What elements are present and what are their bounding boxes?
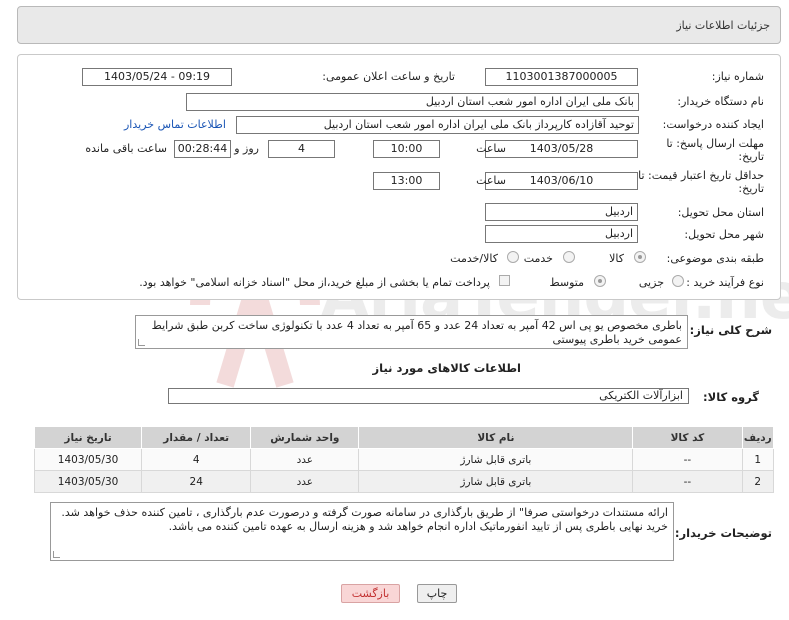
row-unit: عدد: [250, 470, 360, 493]
back-button[interactable]: بازگشت: [341, 584, 400, 603]
category-service-label: خدمت: [523, 252, 553, 265]
announce-label: تاریخ و ساعت اعلان عمومی:: [322, 70, 455, 83]
validity-date-field: 1403/06/10: [485, 172, 638, 190]
title-bar: جزئیات اطلاعات نیاز: [17, 6, 781, 44]
category-goods-label: کالا: [609, 252, 624, 265]
buyer-notes-line-2: خرید نهایی باطری پس از تایید انفورماتیک …: [168, 520, 668, 533]
creator-label: ایجاد کننده درخواست:: [662, 118, 764, 131]
category-both-label: کالا/خدمت: [450, 252, 498, 265]
row-name: باتری قابل شارژ: [358, 470, 634, 493]
deadline-time-field: 10:00: [373, 140, 440, 158]
deadline-label: مهلت ارسال پاسخ: تا: [666, 137, 764, 150]
print-button[interactable]: چاپ: [417, 584, 457, 603]
need-number-label: شماره نیاز:: [711, 70, 764, 83]
validity-time-label: ساعت: [476, 174, 506, 187]
row-qty: 24: [141, 470, 252, 493]
row-unit: عدد: [250, 448, 360, 471]
deadline-label-date: تاریخ:: [738, 150, 764, 163]
col-goods-code: کد کالا: [632, 426, 743, 449]
category-goods-radio[interactable]: [634, 251, 646, 263]
category-service-radio[interactable]: [563, 251, 575, 263]
province-field: اردبیل: [485, 203, 638, 221]
row-name: باتری قابل شارژ: [358, 448, 634, 471]
row-date: 1403/05/30: [33, 470, 143, 493]
table-row: 1 -- باتری قابل شارژ عدد 4 1403/05/30: [33, 448, 775, 471]
process-minor-radio[interactable]: [672, 275, 684, 287]
row-code: --: [632, 470, 743, 493]
deadline-time-label: ساعت: [476, 142, 506, 155]
city-label: شهر محل تحویل:: [684, 228, 764, 241]
buyer-org-field: بانک ملی ایران اداره امور شعب استان اردب…: [186, 93, 639, 111]
col-quantity: تعداد / مقدار: [141, 426, 252, 449]
goods-group-field: ابزارآلات الکتریکی: [168, 388, 689, 404]
description-textarea: باطری مخصوص یو پی اس 42 آمپر به تعداد 24…: [135, 315, 688, 349]
days-label: روز و: [234, 142, 259, 155]
creator-field: توحید آقازاده کارپرداز بانک ملی ایران اد…: [236, 116, 639, 134]
col-unit: واحد شمارش: [250, 426, 360, 449]
row-index: 1: [741, 448, 775, 471]
process-medium-label: متوسط: [549, 276, 584, 289]
process-label: نوع فرآیند خرید :: [686, 276, 764, 289]
remaining-time-field: 00:28:44: [174, 140, 231, 158]
need-number-field: 1103001387000005: [485, 68, 638, 86]
deadline-date-field: 1403/05/28: [485, 140, 638, 158]
row-date: 1403/05/30: [33, 448, 143, 471]
table-header-row: ردیف کد کالا نام کالا واحد شمارش تعداد /…: [33, 426, 775, 449]
buyer-notes-textarea: ارائه مستندات درخواستی صرفا" از طریق بار…: [50, 502, 674, 561]
validity-label-date: تاریخ:: [738, 182, 764, 195]
row-index: 2: [741, 470, 775, 493]
process-minor-label: جزیی: [638, 276, 664, 289]
info-panel: شماره نیاز: 1103001387000005 تاریخ و ساع…: [17, 54, 781, 300]
buyer-contact-link[interactable]: اطلاعات تماس خریدار: [124, 118, 226, 131]
resize-handle-icon[interactable]: [138, 339, 145, 346]
resize-handle-icon[interactable]: [53, 551, 60, 558]
validity-label: حداقل تاریخ اعتبار قیمت: تا: [638, 169, 764, 182]
page-title: جزئیات اطلاعات نیاز: [676, 19, 770, 32]
description-label: شرح کلی نیاز:: [689, 323, 772, 337]
row-qty: 4: [141, 448, 252, 471]
category-both-radio[interactable]: [507, 251, 519, 263]
description-text: باطری مخصوص یو پی اس 42 آمپر به تعداد 24…: [151, 319, 682, 346]
goods-section-title: اطلاعات کالاهای مورد نیاز: [372, 361, 521, 375]
buyer-notes-line-1: ارائه مستندات درخواستی صرفا" از طریق بار…: [61, 506, 668, 519]
goods-table: ردیف کد کالا نام کالا واحد شمارش تعداد /…: [33, 426, 775, 493]
treasury-payment-checkbox[interactable]: [499, 275, 510, 286]
treasury-payment-note: پرداخت تمام یا بخشی از مبلغ خرید،از محل …: [139, 276, 490, 289]
buyer-notes-label: توضیحات خریدار:: [674, 526, 772, 540]
process-medium-radio[interactable]: [594, 275, 606, 287]
validity-time-field: 13:00: [373, 172, 440, 190]
col-goods-name: نام کالا: [358, 426, 634, 449]
goods-group-label: گروه کالا:: [703, 390, 759, 404]
col-need-date: تاریخ نیاز: [33, 426, 143, 449]
category-label: طبقه بندی موضوعی:: [666, 252, 764, 265]
province-label: استان محل تحویل:: [677, 206, 764, 219]
col-row-index: ردیف: [741, 426, 775, 449]
table-row: 2 -- باتری قابل شارژ عدد 24 1403/05/30: [33, 470, 775, 493]
city-field: اردبیل: [485, 225, 638, 243]
announce-datetime-field: 1403/05/24 - 09:19: [82, 68, 232, 86]
remaining-label: ساعت باقی مانده: [85, 142, 167, 155]
buyer-org-label: نام دستگاه خریدار:: [677, 95, 764, 108]
days-remaining-field: 4: [268, 140, 335, 158]
row-code: --: [632, 448, 743, 471]
